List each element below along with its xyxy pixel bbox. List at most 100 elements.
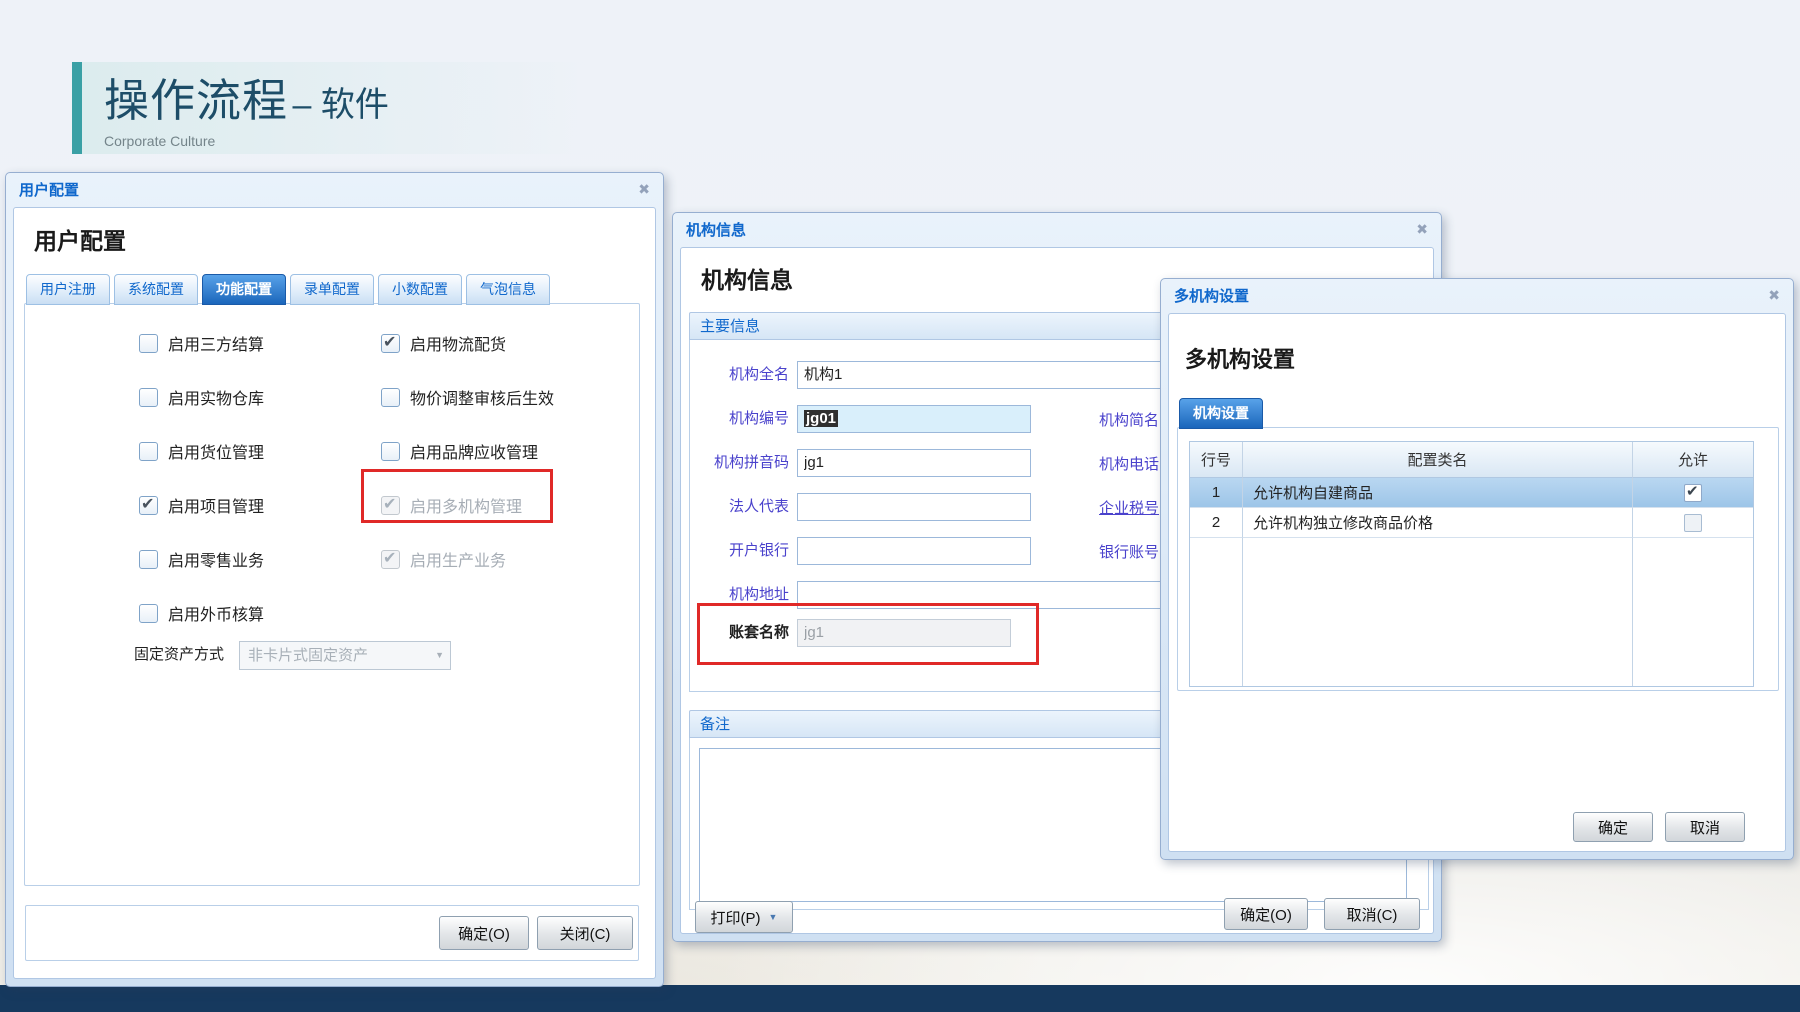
multi-org-panel: 多机构设置 机构设置 行号 配置类名 允许 1 允许机构自建商品 2 xyxy=(1168,313,1786,852)
close-button[interactable]: 关闭(C) xyxy=(537,916,633,950)
checkbox-icon xyxy=(139,388,158,407)
window-title: 用户配置 xyxy=(19,179,79,200)
table-row[interactable]: 1 允许机构自建商品 xyxy=(1190,478,1753,508)
window-title: 机构信息 xyxy=(686,219,746,240)
org-pinyin-input[interactable] xyxy=(797,449,1031,477)
slide-title-block: 操作流程 – 软件 Corporate Culture xyxy=(72,62,389,154)
dialog-heading: 多机构设置 xyxy=(1185,342,1295,374)
fixed-asset-value: 非卡片式固定资产 xyxy=(248,647,368,664)
checkbox-icon xyxy=(381,550,400,569)
print-button-label: 打印(P) xyxy=(711,907,761,928)
dialog-heading: 用户配置 xyxy=(34,222,126,256)
checkbox-icon xyxy=(381,442,400,461)
user-config-panel: 用户配置 用户注册 系统配置 功能配置 录单配置 小数配置 气泡信息 启用三方结… xyxy=(13,207,656,979)
row-number: 1 xyxy=(1190,478,1243,508)
print-button[interactable]: 打印(P) ▼ xyxy=(695,901,793,933)
highlight-box-account-set xyxy=(697,603,1039,665)
tab-system-config[interactable]: 系统配置 xyxy=(114,274,198,305)
highlight-box-multi-org xyxy=(361,469,553,523)
checkbox-label: 启用外币核算 xyxy=(168,601,264,625)
close-icon[interactable]: ✖ xyxy=(1768,288,1780,302)
checkbox-label: 启用零售业务 xyxy=(168,547,264,571)
checkbox-icon xyxy=(139,604,158,623)
multi-org-titlebar: 多机构设置 ✖ xyxy=(1161,279,1793,311)
org-info-titlebar: 机构信息 ✖ xyxy=(673,213,1441,245)
field-label-org-code: 机构编号 xyxy=(685,405,789,433)
checkbox-physical-warehouse[interactable]: 启用实物仓库 xyxy=(139,385,264,409)
checkbox-icon xyxy=(381,388,400,407)
chevron-down-icon: ▼ xyxy=(769,912,778,922)
tab-org-settings[interactable]: 机构设置 xyxy=(1179,398,1263,429)
cancel-button[interactable]: 取消(C) xyxy=(1324,898,1420,930)
tab-function-config[interactable]: 功能配置 xyxy=(202,274,286,305)
bank-input[interactable] xyxy=(797,537,1031,565)
user-config-titlebar: 用户配置 ✖ xyxy=(6,173,663,205)
ok-button[interactable]: 确定(O) xyxy=(439,916,529,950)
checkbox-label: 启用品牌应收管理 xyxy=(410,439,538,463)
checkbox-brand-receivable[interactable]: 启用品牌应收管理 xyxy=(381,439,538,463)
checkbox-icon xyxy=(139,442,158,461)
config-name: 允许机构自建商品 xyxy=(1243,478,1633,508)
row-number: 2 xyxy=(1190,508,1243,538)
tab-decimal-config[interactable]: 小数配置 xyxy=(378,274,462,305)
org-code-input[interactable]: jg01 xyxy=(797,405,1031,433)
fixed-asset-select[interactable]: 非卡片式固定资产 ▼ xyxy=(239,641,451,670)
field-label-org-fullname: 机构全名 xyxy=(685,361,789,389)
ok-button[interactable]: 确定 xyxy=(1573,812,1653,842)
fixed-asset-label: 固定资产方式 xyxy=(20,641,224,669)
cancel-button[interactable]: 取消 xyxy=(1665,812,1745,842)
multi-org-window: 多机构设置 ✖ 多机构设置 机构设置 行号 配置类名 允许 1 允许机构自建商品 xyxy=(1160,278,1794,860)
ok-button[interactable]: 确定(O) xyxy=(1224,898,1308,930)
checkbox-label: 启用三方结算 xyxy=(168,331,264,355)
checkbox-bin-management[interactable]: 启用货位管理 xyxy=(139,439,264,463)
selected-text: jg01 xyxy=(804,410,838,427)
dialog-heading: 机构信息 xyxy=(701,261,793,295)
checkbox-icon xyxy=(139,496,158,515)
checkbox-icon xyxy=(139,550,158,569)
user-config-window: 用户配置 ✖ 用户配置 用户注册 系统配置 功能配置 录单配置 小数配置 气泡信… xyxy=(5,172,664,987)
checkbox-icon xyxy=(139,334,158,353)
close-icon[interactable]: ✖ xyxy=(1416,222,1428,236)
checkbox-label: 物价调整审核后生效 xyxy=(410,385,554,409)
config-table: 行号 配置类名 允许 1 允许机构自建商品 2 允许机构独立修改商品价格 xyxy=(1189,441,1754,687)
tab-entry-config[interactable]: 录单配置 xyxy=(290,274,374,305)
checkbox-production-business[interactable]: 启用生产业务 xyxy=(381,547,506,571)
table-header-row: 行号 配置类名 允许 xyxy=(1190,442,1753,478)
checkbox-label: 启用物流配货 xyxy=(410,331,506,355)
checkbox-label: 启用生产业务 xyxy=(410,547,506,571)
checkbox-icon xyxy=(381,334,400,353)
title-accent-bar xyxy=(72,62,82,154)
checkbox-label: 启用项目管理 xyxy=(168,493,264,517)
chevron-down-icon: ▼ xyxy=(435,642,444,669)
org-fullname-input[interactable] xyxy=(797,361,1167,389)
tab-bubble-info[interactable]: 气泡信息 xyxy=(466,274,550,305)
field-label-bank: 开户银行 xyxy=(685,537,789,565)
checkbox-retail-business[interactable]: 启用零售业务 xyxy=(139,547,264,571)
config-name: 允许机构独立修改商品价格 xyxy=(1243,508,1633,538)
checkbox-label: 启用实物仓库 xyxy=(168,385,264,409)
table-row[interactable]: 2 允许机构独立修改商品价格 xyxy=(1190,508,1753,538)
slide-canvas: 操作流程 – 软件 Corporate Culture 用户配置 ✖ 用户配置 … xyxy=(0,0,1800,1012)
checkbox-logistics-distribution[interactable]: 启用物流配货 xyxy=(381,331,506,355)
checkbox-third-party-settle[interactable]: 启用三方结算 xyxy=(139,331,264,355)
multi-org-tabs: 机构设置 xyxy=(1179,398,1267,429)
checkbox-project-management[interactable]: 启用项目管理 xyxy=(139,493,264,517)
page-title: 操作流程 – 软件 xyxy=(104,64,389,129)
allow-checkbox[interactable] xyxy=(1684,484,1702,502)
legal-rep-input[interactable] xyxy=(797,493,1031,521)
checkbox-foreign-currency[interactable]: 启用外币核算 xyxy=(139,601,264,625)
window-title: 多机构设置 xyxy=(1174,285,1249,306)
column-header-config-name: 配置类名 xyxy=(1243,442,1633,478)
page-subtitle: Corporate Culture xyxy=(104,133,389,149)
table-empty-area xyxy=(1190,538,1753,686)
column-header-allow: 允许 xyxy=(1633,442,1753,478)
close-icon[interactable]: ✖ xyxy=(638,182,650,196)
column-header-row-no: 行号 xyxy=(1190,442,1243,478)
allow-checkbox[interactable] xyxy=(1684,514,1702,532)
checkbox-price-adjust-audit[interactable]: 物价调整审核后生效 xyxy=(381,385,554,409)
checkbox-label: 启用货位管理 xyxy=(168,439,264,463)
tab-user-register[interactable]: 用户注册 xyxy=(26,274,110,305)
field-label-org-pinyin: 机构拼音码 xyxy=(685,449,789,477)
slide-footer-bar xyxy=(0,985,1800,1012)
field-label-legal-rep: 法人代表 xyxy=(685,493,789,521)
